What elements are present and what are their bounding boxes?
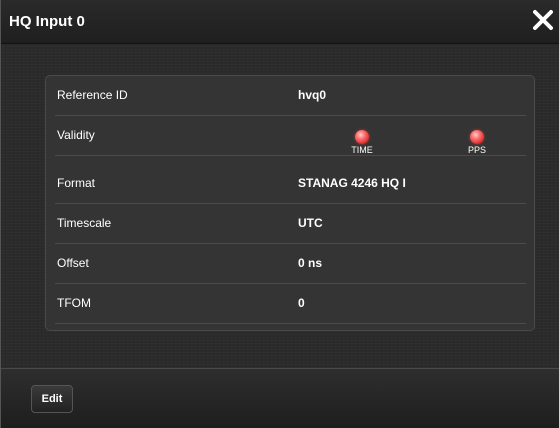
row-reference-id: Reference ID hvq0 <box>55 76 526 116</box>
pps-indicator: PPS <box>457 130 497 155</box>
row-tfom: TFOM 0 <box>55 284 526 324</box>
time-indicator-label: TIME <box>351 145 373 155</box>
timescale-label: Timescale <box>57 216 112 230</box>
dialog-titlebar: HQ Input 0 <box>1 0 559 44</box>
offset-label: Offset <box>57 256 89 270</box>
reference-id-label: Reference ID <box>57 88 128 102</box>
format-value: STANAG 4246 HQ I <box>298 176 406 190</box>
row-offset: Offset 0 ns <box>55 244 526 284</box>
row-validity: Validity TIME PPS <box>55 116 526 156</box>
dialog-footer: Edit <box>1 368 559 428</box>
close-icon[interactable] <box>530 6 556 34</box>
pps-status-led <box>470 130 484 144</box>
row-format: Format STANAG 4246 HQ I <box>55 164 526 204</box>
timescale-value: UTC <box>298 216 323 230</box>
input-details-panel: Reference ID hvq0 Validity TIME PPS Form… <box>45 75 535 331</box>
tfom-label: TFOM <box>57 296 91 310</box>
offset-value: 0 ns <box>298 256 323 270</box>
hq-input-dialog: HQ Input 0 Reference ID hvq0 Validity TI… <box>0 0 559 428</box>
time-indicator: TIME <box>342 130 382 155</box>
pps-indicator-label: PPS <box>467 145 486 155</box>
time-status-led <box>355 130 369 144</box>
format-label: Format <box>57 176 96 190</box>
edit-button[interactable]: Edit <box>31 385 73 413</box>
dialog-title: HQ Input 0 <box>9 13 85 30</box>
reference-id-value: hvq0 <box>298 88 327 102</box>
tfom-value: 0 <box>298 296 305 310</box>
validity-label: Validity <box>57 128 95 142</box>
row-timescale: Timescale UTC <box>55 204 526 244</box>
